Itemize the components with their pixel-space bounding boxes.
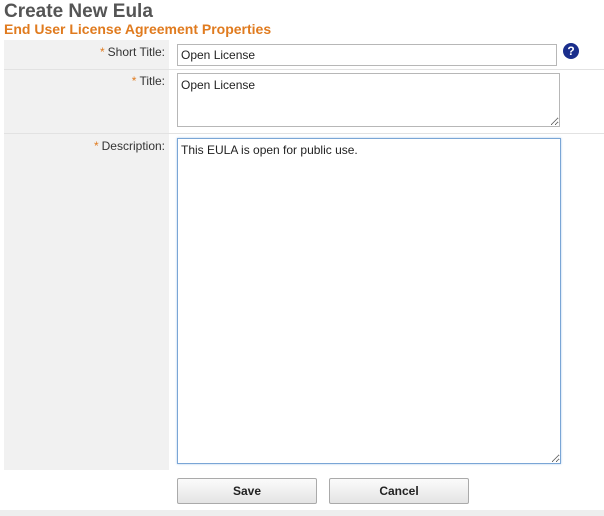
page-title: Create New Eula xyxy=(4,1,153,22)
required-marker: * xyxy=(93,139,99,153)
cancel-button[interactable]: Cancel xyxy=(329,478,469,504)
required-marker: * xyxy=(99,45,105,59)
short-title-label-text: Short Title: xyxy=(107,45,165,59)
description-label: * Description: xyxy=(4,134,169,470)
short-title-label: * Short Title: xyxy=(4,40,169,70)
short-title-input[interactable] xyxy=(177,44,557,66)
title-label-text: Title: xyxy=(139,74,165,88)
save-button[interactable]: Save xyxy=(177,478,317,504)
help-icon[interactable]: ? xyxy=(563,43,579,59)
section-title: End User License Agreement Properties xyxy=(4,21,272,37)
title-label: * Title: xyxy=(4,70,169,133)
required-marker: * xyxy=(131,74,137,88)
footer-bar xyxy=(0,510,604,516)
description-textarea[interactable]: This EULA is open for public use. xyxy=(177,138,561,464)
title-textarea[interactable]: Open License xyxy=(177,73,560,127)
description-label-text: Description: xyxy=(101,139,165,153)
